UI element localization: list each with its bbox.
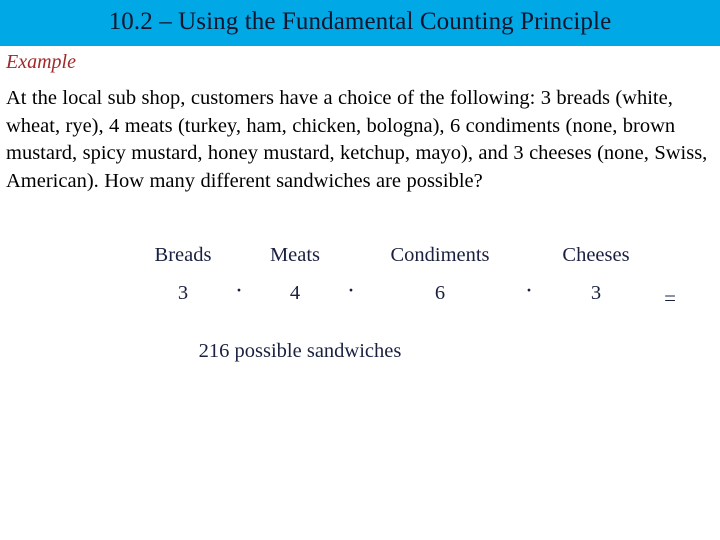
problem-statement: At the local sub shop, customers have a … — [6, 87, 708, 192]
category-value-row: 3 · 4 · 6 · 3 = — [0, 278, 720, 310]
result-text: 216 possible sandwiches — [198, 340, 402, 362]
value-condiments: 6 — [434, 282, 446, 304]
multiply-operator-3: · — [525, 278, 533, 304]
category-header-row: Breads Meats Condiments Cheeses — [0, 244, 720, 267]
slide-title-banner: 10.2 – Using the Fundamental Counting Pr… — [0, 0, 720, 46]
multiply-operator-2: · — [347, 278, 355, 304]
equals-sign: = — [664, 286, 676, 310]
value-cheeses: 3 — [590, 282, 602, 304]
value-meats: 4 — [289, 282, 301, 304]
page-title: 10.2 – Using the Fundamental Counting Pr… — [108, 8, 612, 35]
value-breads: 3 — [177, 282, 189, 304]
counting-calculation-block: Breads Meats Condiments Cheeses 3 · 4 · … — [0, 244, 720, 310]
header-cheeses: Cheeses — [562, 244, 630, 266]
multiply-operator-1: · — [235, 278, 243, 304]
header-meats: Meats — [269, 244, 321, 266]
header-breads: Breads — [154, 244, 212, 266]
header-condiments: Condiments — [390, 244, 490, 266]
example-label: Example — [6, 51, 76, 73]
